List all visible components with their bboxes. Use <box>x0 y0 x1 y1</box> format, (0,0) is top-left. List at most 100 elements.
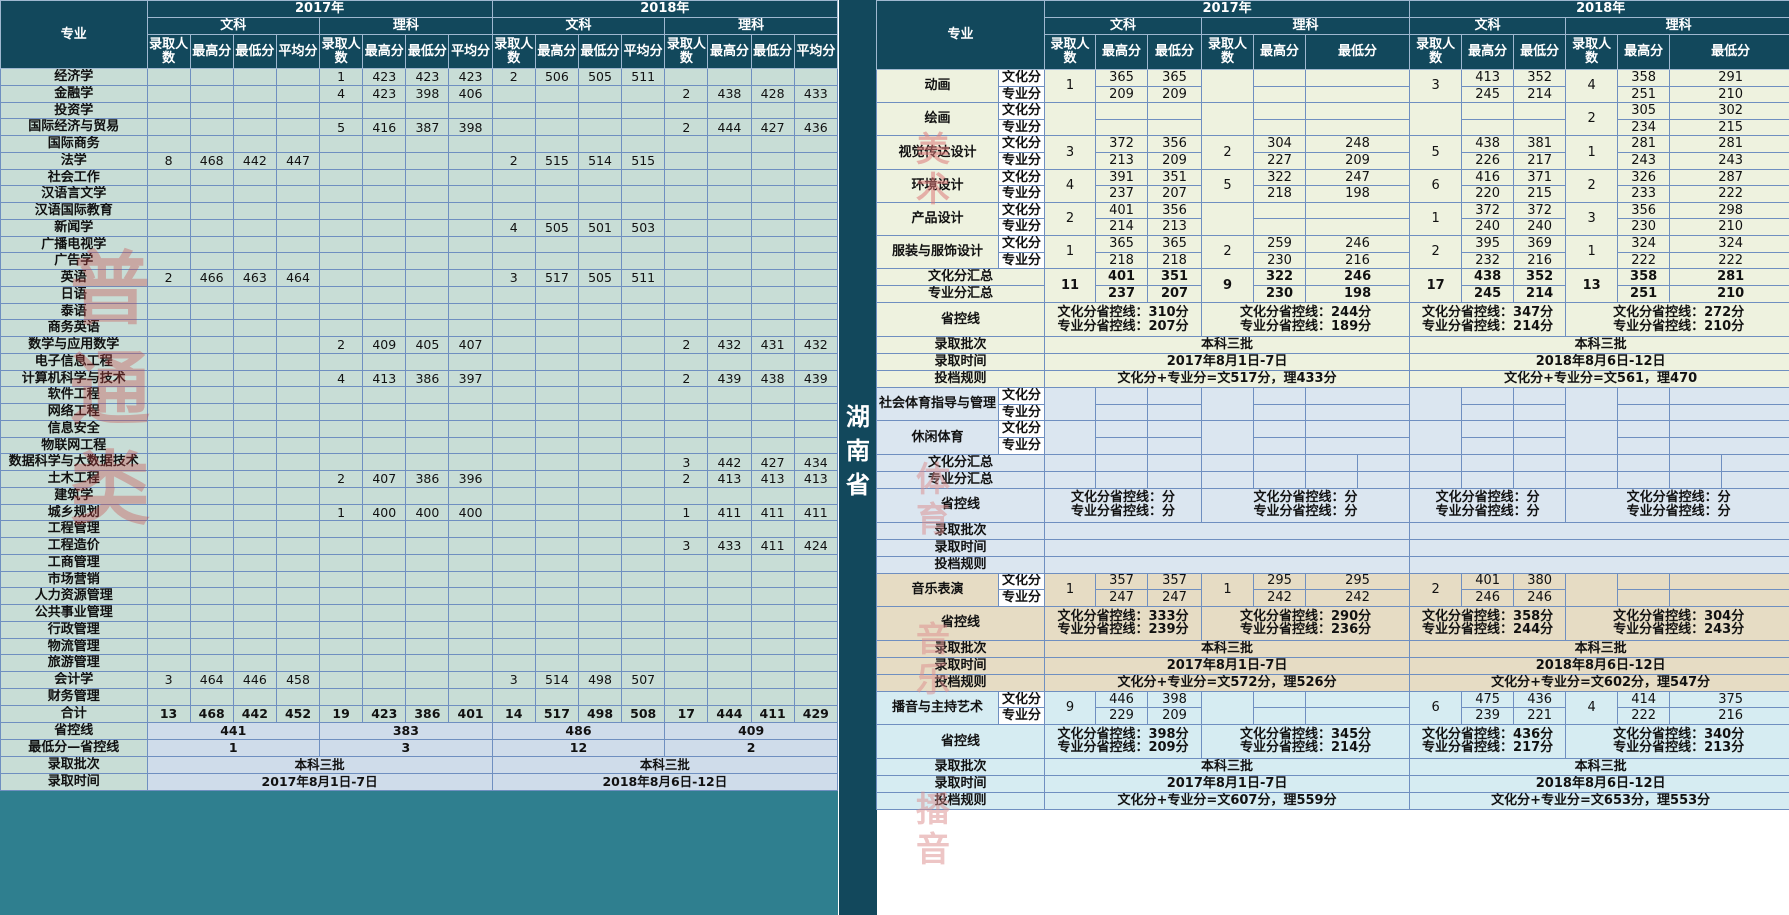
score-cell <box>707 302 752 321</box>
major-name: 公共事业管理 <box>0 604 148 622</box>
major-name: 法学 <box>0 151 148 170</box>
culture-score: 395 <box>1461 234 1515 253</box>
score-cell <box>491 419 536 438</box>
score-cell <box>793 520 839 538</box>
score-cell <box>232 604 277 622</box>
header-track: 理科 <box>664 17 838 35</box>
score-cell <box>491 352 536 371</box>
score-cell: 464 <box>189 671 234 689</box>
score-cell: 3 <box>146 671 191 689</box>
score-cell <box>362 687 407 706</box>
header-column: 最高分 <box>1253 34 1307 70</box>
score-cell <box>146 587 191 605</box>
score-cell <box>793 570 839 589</box>
empty-cell <box>1253 470 1307 489</box>
admit-count: 3 <box>1565 201 1619 236</box>
score-cell <box>405 403 450 421</box>
pro-score: 209 <box>1095 85 1149 104</box>
score-cell <box>793 419 839 438</box>
left-panel: 专业 2017年 2018年 文科 理科 文科 理科 录取人数 最高分 最低分 平均分 录取人数 最高分… <box>0 0 839 915</box>
score-cell: 427 <box>750 453 795 471</box>
table-row: 汉语国际教育 <box>0 202 839 220</box>
score-cell <box>189 604 234 622</box>
table-row: 省控线 文化分省控线：310分 专业分省控线：207分 文化分省控线：244分 专业分省… <box>875 302 1789 338</box>
score-cell: 423 <box>362 84 407 103</box>
score-cell: 498 <box>577 671 623 689</box>
table-row: 经济学 1 423 423 423 2 506 505 511 <box>0 68 839 86</box>
culture-score: 357 <box>1095 572 1149 591</box>
score-cell <box>448 386 493 404</box>
score-cell <box>405 453 450 471</box>
info-value: 文化分+专业分=文561，理470 <box>1409 370 1789 389</box>
pro-score: 229 <box>1095 707 1149 725</box>
footer-label: 录取批次 <box>0 755 148 774</box>
pro-score: 222 <box>1617 707 1671 725</box>
info-label: 投档规则 <box>875 370 1046 389</box>
major-name: 人力资源管理 <box>0 587 148 605</box>
footer-value: 本科三批 <box>146 755 493 774</box>
pro-label: 专业分 <box>997 185 1046 203</box>
score-cell <box>448 218 493 237</box>
pro-score: 216 <box>1513 251 1567 270</box>
score-cell: 464 <box>275 269 321 287</box>
culture-score: 324 <box>1617 234 1671 253</box>
score-cell <box>621 470 666 488</box>
score-cell <box>577 285 623 304</box>
score-cell <box>491 285 536 304</box>
score-cell <box>534 553 579 572</box>
score-cell <box>750 101 795 120</box>
admit-count: 2 <box>1565 102 1619 137</box>
score-cell <box>146 84 191 103</box>
culture-score <box>1253 102 1307 120</box>
score-cell: 2 <box>664 118 709 136</box>
culture-score: 416 <box>1461 168 1515 187</box>
score-cell <box>189 503 234 522</box>
major-name: 会计学 <box>0 671 148 689</box>
score-cell <box>362 403 407 421</box>
score-cell: 463 <box>232 269 277 287</box>
culture-score: 356 <box>1147 201 1203 220</box>
score-cell <box>189 436 234 455</box>
score-cell <box>491 654 536 672</box>
pro-score: 243 <box>1669 151 1789 170</box>
score-cell <box>491 369 536 388</box>
culture-label: 文化分 <box>997 572 1046 591</box>
score-cell <box>577 470 623 488</box>
score-cell <box>793 553 839 572</box>
score-cell <box>275 235 321 254</box>
pro-sum-label: 专业分汇总 <box>875 285 1046 304</box>
pro-score: 215 <box>1513 185 1567 203</box>
score-cell <box>534 436 579 455</box>
pro-score: 213 <box>1095 151 1149 170</box>
score-cell <box>319 285 364 304</box>
culture-score <box>1617 572 1671 591</box>
score-cell <box>405 486 450 505</box>
score-cell <box>146 436 191 455</box>
score-cell: 423 <box>405 68 450 86</box>
culture-score <box>1513 102 1567 120</box>
score-cell <box>405 637 450 656</box>
table-row: 专业分 237 207 218 198 220 215 233 222 <box>877 185 1789 203</box>
score-cell <box>319 687 364 706</box>
score-cell <box>146 520 191 538</box>
score-cell: 397 <box>448 369 493 388</box>
table-row: 专业分 218 218 230 216 232 216 222 222 <box>877 251 1789 270</box>
score-cell: 511 <box>621 68 666 86</box>
score-cell <box>491 520 536 538</box>
footer-value: 1 <box>146 738 321 757</box>
empty-cell <box>1565 453 1619 472</box>
pro-score: 210 <box>1669 218 1789 236</box>
table-row: 金融学 4 423 398 406 2 438 428 433 <box>0 84 839 103</box>
score-cell <box>405 235 450 254</box>
score-cell <box>275 403 321 421</box>
score-cell <box>405 352 450 371</box>
table-row: 会计学 3 464 446 458 3 514 498 507 <box>0 671 839 689</box>
admit-count <box>1565 572 1619 607</box>
score-cell: 431 <box>750 336 795 354</box>
score-cell <box>405 419 450 438</box>
score-cell <box>664 68 709 86</box>
admit-count <box>1201 201 1255 236</box>
score-cell <box>275 587 321 605</box>
table-row: 录取时间 <box>875 538 1789 557</box>
score-cell <box>405 151 450 170</box>
